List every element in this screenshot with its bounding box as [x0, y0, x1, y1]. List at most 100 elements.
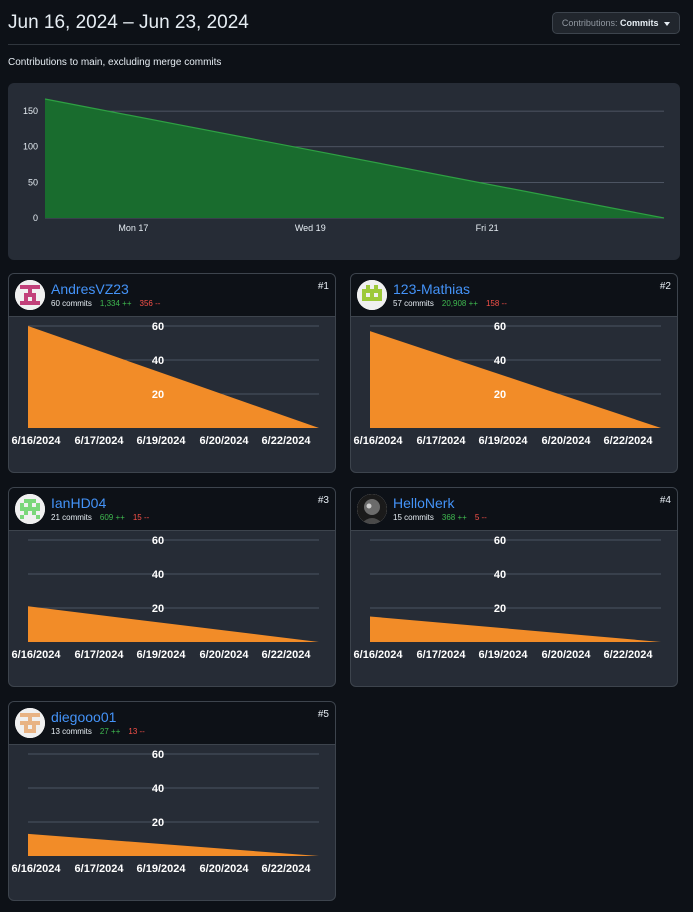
avatar-pixel [36, 301, 40, 305]
avatar-pixel [32, 725, 36, 729]
avatar-pixel [370, 289, 374, 293]
identicon-peach-icon[interactable] [15, 708, 45, 738]
avatar-pixel [24, 499, 28, 503]
contributor-name-link[interactable]: IanHD04 [51, 495, 106, 511]
contributions-type-dropdown[interactable]: Contributions: Commits [551, 12, 680, 34]
avatar-pixel [32, 499, 36, 503]
y-tick-label: 150 [23, 106, 38, 116]
avatar-pixel [20, 285, 24, 289]
avatar-pixel [32, 729, 36, 733]
y-tick-label: 40 [152, 569, 164, 581]
avatar-pixel [28, 507, 32, 511]
avatar-pixel [28, 499, 32, 503]
avatar-pixel [366, 285, 370, 289]
avatar-pixel [36, 503, 40, 507]
overview-chart-svg: 0 50 100 150 Mon 17 Wed 19 Fri 21 [23, 98, 665, 233]
avatar-pixel [28, 289, 32, 293]
contributor-stats: 13 commits 27 ++ 13 -- [51, 727, 145, 736]
avatar-pixel [20, 503, 24, 507]
x-tick-label: 6/19/2024 [479, 649, 529, 661]
contributor-card-header: diegooo01 13 commits 27 ++ 13 -- #5 [9, 702, 335, 745]
contributor-name-link[interactable]: 123-Mathias [393, 281, 470, 297]
contributor-card: 123-Mathias 57 commits 20,908 ++ 158 -- #2 20… [350, 273, 678, 473]
avatar-pixel [24, 293, 28, 297]
y-tick-label: 0 [33, 213, 38, 223]
x-tick-label: 6/17/2024 [417, 649, 467, 661]
avatar-pixel [36, 721, 40, 725]
avatar-pixel [32, 297, 36, 301]
x-tick-label: 6/16/2024 [354, 435, 404, 447]
identicon-pink-icon[interactable] [15, 280, 45, 310]
x-tick-label: 6/16/2024 [12, 649, 62, 661]
x-tick-label: 6/20/2024 [200, 435, 250, 447]
avatar-pixel [366, 297, 370, 301]
contributor-name-link[interactable]: AndresVZ23 [51, 281, 129, 297]
y-tick-label: 40 [152, 355, 164, 367]
commits-area [370, 616, 661, 642]
avatar-pixel [36, 515, 40, 519]
x-tick-label: 6/19/2024 [137, 863, 187, 875]
avatar-eye [366, 503, 372, 509]
contributor-card-header: 123-Mathias 57 commits 20,908 ++ 158 -- #2 [351, 274, 677, 317]
commit-count[interactable]: 57 commits [393, 299, 434, 308]
x-tick-label: 6/19/2024 [479, 435, 529, 447]
avatar-pixel [370, 297, 374, 301]
commits-area [28, 326, 319, 428]
commit-count[interactable]: 21 commits [51, 513, 92, 522]
x-tick-label: 6/16/2024 [12, 863, 62, 875]
contributor-stats: 15 commits 368 ++ 5 -- [393, 513, 487, 522]
avatar-pixel [378, 297, 382, 301]
commit-count[interactable]: 15 commits [393, 513, 434, 522]
page-header: Jun 16, 2024 – Jun 23, 2024 Contribution… [8, 10, 680, 45]
additions-count: 20,908 ++ [441, 299, 478, 308]
identicon-green-icon[interactable] [15, 494, 45, 524]
y-tick-label: 20 [494, 603, 506, 615]
date-range-title: Jun 16, 2024 – Jun 23, 2024 [8, 12, 249, 33]
y-tick-label: 60 [152, 749, 164, 761]
avatar-pixel [28, 293, 32, 297]
avatar-pixel [20, 713, 24, 717]
additions-count: 368 ++ [441, 513, 467, 522]
avatar-image [357, 494, 387, 524]
contributor-rank: #5 [317, 709, 329, 720]
avatar-pixel [20, 721, 24, 725]
x-tick-label: Fri 21 [476, 223, 499, 233]
contributor-chart: 20 40 60 6/16/2024 6/17/2024 6/19/2024 6/20/20… [354, 535, 661, 661]
x-tick-label: Wed 19 [295, 223, 326, 233]
commit-count[interactable]: 60 commits [51, 299, 92, 308]
contributor-chart: 20 40 60 6/16/2024 6/17/2024 6/19/2024 6/20/20… [12, 535, 319, 661]
identicon-olive-icon[interactable] [357, 280, 387, 310]
y-tick-label: 20 [152, 817, 164, 829]
y-tick-label: 60 [494, 535, 506, 547]
avatar-head [364, 499, 380, 515]
avatar-pixel [36, 507, 40, 511]
avatar-pixel [24, 725, 28, 729]
y-tick-label: 40 [152, 783, 164, 795]
commit-count[interactable]: 13 commits [51, 727, 92, 736]
y-tick-label: 100 [23, 142, 38, 152]
x-tick-label: 6/19/2024 [137, 649, 187, 661]
avatar-pixel [28, 717, 32, 721]
avatar-image [15, 708, 45, 738]
avatar-pixel [378, 293, 382, 297]
avatar-image [15, 494, 45, 524]
avatar-image [357, 280, 387, 310]
dropdown-value: Commits [619, 18, 659, 28]
avatar-pixel [374, 289, 378, 293]
x-tick-label: 6/20/2024 [200, 863, 250, 875]
avatar-pixel [24, 507, 28, 511]
photo-avatar-icon[interactable] [357, 494, 387, 524]
contributor-name-link[interactable]: diegooo01 [51, 709, 116, 725]
contributor-chart: 20 40 60 6/16/2024 6/17/2024 6/19/2024 6/20/20… [12, 749, 319, 875]
avatar-pixel [24, 297, 28, 301]
x-tick-label: 6/22/2024 [604, 435, 654, 447]
avatar-pixel [32, 511, 36, 515]
contributor-name-link[interactable]: HelloNerk [393, 495, 454, 511]
x-tick-label: 6/22/2024 [262, 435, 312, 447]
x-tick-label: 6/17/2024 [75, 435, 125, 447]
avatar-pixel [32, 713, 36, 717]
x-tick-label: 6/17/2024 [75, 649, 125, 661]
avatar-pixel [366, 289, 370, 293]
x-tick-label: 6/19/2024 [137, 435, 187, 447]
avatar-pixel [362, 289, 366, 293]
